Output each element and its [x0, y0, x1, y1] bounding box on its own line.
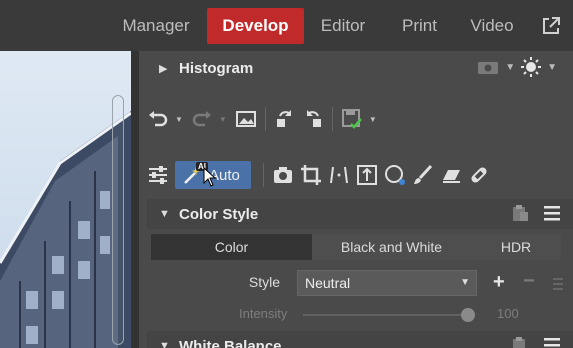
- tools-toolbar: AI Auto: [147, 157, 496, 193]
- brush-icon[interactable]: [412, 164, 434, 186]
- external-window-icon[interactable]: [541, 16, 561, 36]
- circle-mask-icon[interactable]: [384, 164, 406, 186]
- clipboard-icon[interactable]: [511, 336, 529, 348]
- intensity-row: Intensity 100: [147, 304, 573, 324]
- intensity-slider[interactable]: [303, 314, 469, 316]
- tab-color[interactable]: Color: [151, 234, 312, 260]
- collapse-arrow-icon[interactable]: ▼: [159, 208, 173, 220]
- collapse-arrow-icon[interactable]: ▼: [159, 340, 173, 348]
- tab-black-and-white[interactable]: Black and White: [312, 234, 471, 260]
- scrollbar-handle[interactable]: [112, 95, 124, 345]
- healing-bandage-icon[interactable]: [468, 164, 490, 186]
- chevron-down-icon[interactable]: ▼: [505, 62, 515, 73]
- camera-icon[interactable]: [477, 59, 499, 75]
- chevron-down-icon: ▼: [460, 277, 470, 288]
- sun-icon[interactable]: [521, 57, 542, 77]
- rotate-right-icon[interactable]: [302, 108, 324, 130]
- divider: [263, 163, 264, 187]
- menu-icon[interactable]: [543, 336, 561, 348]
- nav-develop[interactable]: Develop: [207, 8, 304, 44]
- exposure-icon[interactable]: [356, 164, 378, 186]
- histogram-controls: ▼ ▼: [477, 57, 557, 77]
- tab-hdr[interactable]: HDR: [471, 234, 561, 260]
- style-select-value: Neutral: [305, 275, 351, 291]
- edit-toolbar: ▼ ▼ ▼: [147, 101, 385, 137]
- drag-grip-icon[interactable]: [553, 276, 563, 292]
- redo-dropdown-icon[interactable]: ▼: [219, 115, 227, 124]
- crop-icon[interactable]: [300, 164, 322, 186]
- clipboard-icon[interactable]: [511, 204, 529, 222]
- divider: [264, 107, 266, 131]
- photo-preview: [0, 51, 131, 348]
- color-style-title: Color Style: [179, 205, 259, 223]
- nav-print[interactable]: Print: [392, 8, 447, 44]
- adjustments-icon[interactable]: [147, 164, 169, 186]
- white-balance-header[interactable]: ▼ White Balance: [147, 331, 573, 348]
- color-style-controls: [511, 204, 561, 222]
- divider: [331, 107, 333, 131]
- undo-dropdown-icon[interactable]: ▼: [175, 115, 183, 124]
- image-icon[interactable]: [235, 108, 257, 130]
- nav-editor[interactable]: Editor: [309, 8, 377, 44]
- rotate-left-icon[interactable]: [274, 108, 296, 130]
- intensity-slider-thumb[interactable]: [461, 308, 475, 322]
- white-balance-title: White Balance: [179, 337, 282, 348]
- develop-panel: ▶ Histogram ▼ ▼ ▼ ▼ ▼ AI Auto ▼ Color St…: [131, 51, 573, 348]
- color-style-tabs: Color Black and White HDR: [151, 234, 561, 260]
- remove-style-button[interactable]: −: [523, 270, 535, 293]
- color-style-header[interactable]: ▼ Color Style: [147, 199, 573, 229]
- top-nav: Manager Develop Editor Print Video: [0, 0, 573, 51]
- style-row: Style Neutral ▼ + −: [147, 270, 573, 296]
- intensity-label: Intensity: [239, 306, 288, 321]
- style-select[interactable]: Neutral ▼: [297, 270, 477, 296]
- gradient-icon[interactable]: [440, 164, 462, 186]
- nav-video[interactable]: Video: [462, 8, 522, 44]
- undo-icon[interactable]: [147, 108, 169, 130]
- save-dropdown-icon[interactable]: ▼: [369, 115, 377, 124]
- add-style-button[interactable]: +: [493, 271, 505, 294]
- perspective-icon[interactable]: [328, 164, 350, 186]
- camera-icon[interactable]: [272, 164, 294, 186]
- redo-icon[interactable]: [191, 108, 213, 130]
- expand-arrow-icon[interactable]: ▶: [159, 62, 173, 75]
- style-label: Style: [248, 274, 280, 290]
- histogram-title: Histogram: [179, 59, 254, 77]
- menu-icon[interactable]: [543, 204, 561, 222]
- nav-manager[interactable]: Manager: [110, 8, 202, 44]
- mouse-cursor-icon: [203, 167, 217, 187]
- white-balance-controls: [511, 336, 561, 348]
- save-check-icon[interactable]: [341, 108, 363, 130]
- chevron-down-icon[interactable]: ▼: [547, 62, 557, 73]
- intensity-value: 100: [497, 306, 519, 321]
